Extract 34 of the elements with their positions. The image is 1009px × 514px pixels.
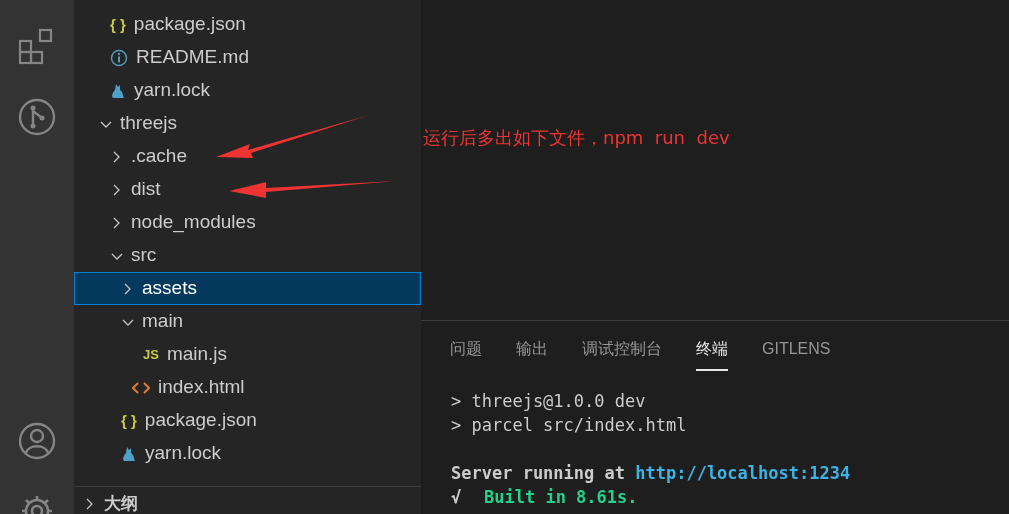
file-row[interactable]: { } package.json [74,8,421,41]
folder-row[interactable]: main [74,305,421,338]
panel-tab[interactable]: 调试控制台 [582,337,662,371]
info-icon [110,48,128,67]
braces-icon: { } [121,413,137,428]
folder-row[interactable]: assets [74,272,421,305]
file-row[interactable]: { } package.json [74,404,421,437]
source-control-icon[interactable] [18,98,56,136]
file-row[interactable]: index.html [74,371,421,404]
account-icon[interactable] [18,422,56,460]
panel-tab[interactable]: 输出 [516,337,548,371]
file-row[interactable]: yarn.lock [74,74,421,107]
braces-icon: { } [110,17,126,32]
panel-tab[interactable]: 问题 [450,337,482,371]
terminal-line: > threejs@1.0.0 dev [451,390,647,413]
check-mark: √ [451,486,463,509]
folder-row[interactable]: threejs [74,107,421,140]
panel-tab[interactable]: GITLENS [762,337,831,371]
folder-row[interactable]: dist [74,173,421,206]
file-row[interactable]: README.md [74,41,421,74]
terminal-line: Built in 8.61s. [484,486,638,509]
panel-tab[interactable]: 终端 [696,337,728,371]
folder-row[interactable]: node_modules [74,206,421,239]
localhost-link[interactable]: http://localhost:1234 [635,463,851,483]
file-row[interactable]: yarn.lock [74,437,421,470]
code-icon [132,380,150,395]
js-icon: JS [143,344,159,365]
folder-row[interactable]: src [74,239,421,272]
outline-section-header[interactable]: 大纲 [74,487,421,514]
terminal-line: > parcel src/index.html [451,414,688,437]
folder-row[interactable]: .cache [74,140,421,173]
terminal-line: Server running at http://localhost:1234 [451,462,852,485]
annotation-text: 运行后多出如下文件，npm run dev [423,126,731,150]
file-row[interactable]: JS main.js [74,338,421,371]
